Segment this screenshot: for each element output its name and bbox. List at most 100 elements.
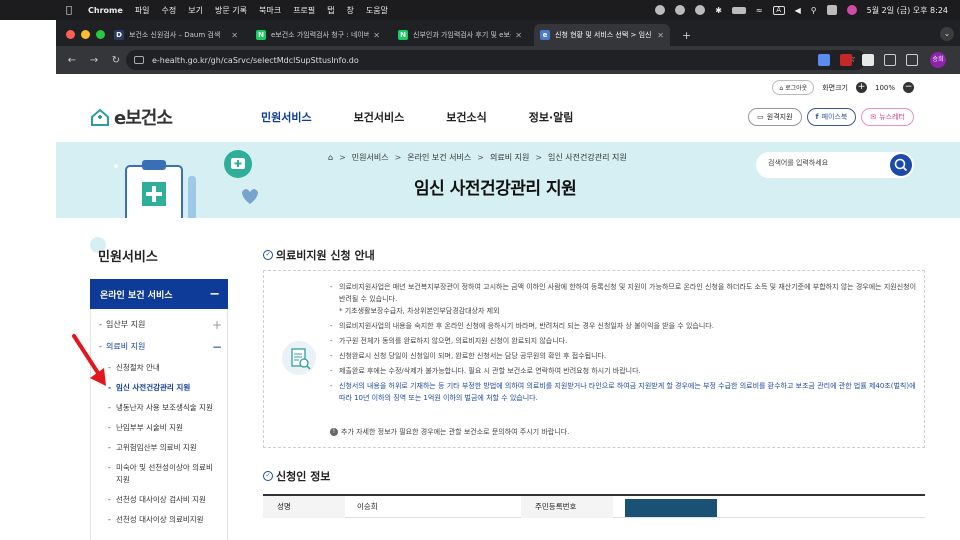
menu-window[interactable]: 창 <box>347 5 354 16</box>
back-arrow-icon[interactable]: ← <box>66 55 78 66</box>
breadcrumb-separator-icon: > <box>339 153 346 162</box>
menu-app-name[interactable]: Chrome <box>88 6 123 15</box>
zoom-out-button[interactable]: − <box>903 82 914 93</box>
sidebar-subitem-metabolic-medical[interactable]: 선천성 대사이상 의료비지원 <box>90 510 228 530</box>
daum-favicon-icon: D <box>114 30 124 40</box>
status-icon-2[interactable] <box>675 5 686 15</box>
search-button[interactable] <box>890 154 912 176</box>
browser-tab-3[interactable]: N 신부인과 가임력검사 후기 및 e보건소 ✕ <box>392 24 528 46</box>
breadcrumb-item[interactable]: 임신 사전건강관리 지원 <box>548 152 627 163</box>
sidebar-subitem-infertility-support[interactable]: 난임부부 시술비 지원 <box>90 418 228 438</box>
site-logo[interactable]: e보건소 <box>90 104 173 130</box>
nav-health-service[interactable]: 보건서비스 <box>354 109 405 125</box>
home-icon[interactable]: ⌂ <box>328 153 333 162</box>
sidebar-subitem-high-risk-pregnancy[interactable]: 고위험임산부 의료비 지원 <box>90 438 228 458</box>
section-title-text: 신청인 정보 <box>276 470 331 483</box>
expand-plus-icon[interactable]: + <box>212 314 222 336</box>
facebook-label: 페이스북 <box>821 113 848 121</box>
menu-bookmarks[interactable]: 북마크 <box>259 5 281 16</box>
facebook-icon: f <box>815 113 819 121</box>
side-panel-icon[interactable] <box>906 54 918 66</box>
url-text[interactable]: e-health.go.kr/gh/caSrvc/selectMdclSupSt… <box>152 56 359 65</box>
guide-note-text: 추가 자세한 정보가 필요한 경우에는 관할 보건소로 문의하여 주시기 바랍니… <box>341 428 570 436</box>
facebook-button[interactable]: f 페이스북 <box>806 108 857 126</box>
document-magnifier-icon <box>282 341 316 375</box>
bluetooth-icon[interactable]: ✱ <box>715 6 722 15</box>
applicant-info-table: 성명 이승희 주민등록번호 <box>263 494 925 518</box>
sidebar-item-label: 임산부 지원 <box>106 320 146 329</box>
check-circle-icon: ✓ <box>263 250 273 260</box>
extension-red-icon[interactable] <box>840 54 852 66</box>
logout-button[interactable]: ⌂ 로그아웃 <box>772 80 815 95</box>
menubar-clock[interactable]: 5월 2일 (금) 오후 8:24 <box>867 5 948 16</box>
guide-item: 의료비지원사업의 내용을 숙지한 후 온라인 신청에 응하시기 바라며, 반려처… <box>330 320 918 332</box>
volume-icon[interactable]: ◀ <box>795 6 801 15</box>
guide-item-subnote: * 기초생활보장수급자, 차상위본인부담경감대상자 제외 <box>339 307 500 315</box>
collapse-minus-icon[interactable]: − <box>209 287 220 302</box>
battery-icon[interactable] <box>731 6 746 14</box>
spotlight-icon[interactable]: ⚲ <box>811 6 817 15</box>
newsletter-button[interactable]: ✉ 뉴스레터 <box>861 108 914 126</box>
sidebar-subitem-premature-infant[interactable]: 미숙아 및 선천성이상아 의료비 지원 <box>90 458 228 490</box>
logo-text: e보건소 <box>114 108 173 129</box>
input-source-icon[interactable]: A <box>772 5 785 15</box>
forward-arrow-icon[interactable]: → <box>88 55 100 66</box>
search-icon <box>894 158 908 172</box>
apple-icon[interactable]:  <box>66 5 80 16</box>
status-icon-3[interactable] <box>695 5 706 15</box>
extensions-puzzle-icon[interactable] <box>884 54 896 66</box>
tab-title: 보건소 신원검사 – Daum 검색 <box>129 31 221 39</box>
profile-avatar[interactable]: 승희 <box>930 52 946 68</box>
remote-support-label: 원격지원 <box>766 113 793 121</box>
close-window-button[interactable] <box>66 30 75 39</box>
zoom-window-button[interactable] <box>96 30 105 39</box>
menubar-status-area: ✱ ≈ A ◀ ⚲ 5월 2일 (금) 오후 8:24 <box>655 0 948 20</box>
breadcrumb-item[interactable]: 민원서비스 <box>352 152 389 163</box>
close-tab-icon[interactable]: ✕ <box>373 31 380 40</box>
sidebar-header-label: 온라인 보건 서비스 <box>100 290 173 301</box>
menu-history[interactable]: 방문 기록 <box>215 5 247 16</box>
control-center-icon[interactable] <box>826 5 837 15</box>
menu-profile[interactable]: 프로필 <box>293 5 315 16</box>
wifi-icon[interactable]: ≈ <box>756 6 763 15</box>
menu-file[interactable]: 파일 <box>135 5 150 16</box>
extension-box-icon[interactable] <box>862 54 874 66</box>
remote-support-button[interactable]: ▭ 원격지원 <box>748 108 802 126</box>
new-tab-icon[interactable]: + <box>682 29 691 42</box>
minimize-window-button[interactable] <box>81 30 90 39</box>
monitor-icon: ▭ <box>757 113 764 121</box>
naver-favicon-icon: N <box>398 30 408 40</box>
address-bar[interactable]: e-health.go.kr/gh/caSrvc/selectMdclSupSt… <box>126 50 866 70</box>
zoom-in-button[interactable]: + <box>855 82 867 93</box>
house-cross-logo-icon <box>91 108 109 126</box>
naver-favicon-icon: N <box>256 30 266 40</box>
sidebar-header-online-service[interactable]: 온라인 보건 서비스 − <box>90 279 228 309</box>
close-tab-icon[interactable]: ✕ <box>231 31 238 40</box>
browser-tab-1[interactable]: D 보건소 신원검사 – Daum 검색 ✕ <box>108 24 244 46</box>
menu-tab[interactable]: 탭 <box>327 5 334 16</box>
menu-view[interactable]: 보기 <box>188 5 203 16</box>
nav-health-news[interactable]: 보건소식 <box>446 109 486 125</box>
sidebar-title: 민원서비스 <box>98 250 158 265</box>
search-input[interactable] <box>768 159 878 167</box>
menu-help[interactable]: 도움말 <box>366 5 388 16</box>
extension-download-icon[interactable] <box>818 54 830 66</box>
close-tab-icon[interactable]: ✕ <box>657 31 664 40</box>
reload-icon[interactable]: ↻ <box>110 55 122 66</box>
sidebar-subitem-frozen-egg-support[interactable]: 냉동난자 사용 보조생식술 지원 <box>90 398 228 418</box>
nav-info-notice[interactable]: 정보·알림 <box>529 109 574 125</box>
collapse-minus-icon[interactable]: − <box>212 336 222 358</box>
site-info-icon[interactable] <box>134 56 144 64</box>
tab-search-chevron-icon[interactable]: ⌄ <box>940 27 954 41</box>
nav-civil-service[interactable]: 민원서비스 <box>261 109 312 125</box>
breadcrumb-item[interactable]: 온라인 보건 서비스 <box>407 152 471 163</box>
breadcrumb-item[interactable]: 의료비 지원 <box>490 152 529 163</box>
close-tab-icon[interactable]: ✕ <box>515 31 522 40</box>
browser-tab-2[interactable]: N e보건소 가임력검사 청구 : 네이버 블로그 ✕ <box>250 24 386 46</box>
status-icon-1[interactable] <box>655 5 666 15</box>
menu-edit[interactable]: 수정 <box>162 5 177 16</box>
name-value: 이승희 <box>357 501 378 511</box>
sidebar-subitem-metabolic-test[interactable]: 선천성 대사이상 검사비 지원 <box>90 490 228 510</box>
siri-icon[interactable] <box>846 5 857 15</box>
browser-tab-4-active[interactable]: e 신청 현황 및 서비스 선택 > 임신 사전 ✕ <box>534 24 670 46</box>
